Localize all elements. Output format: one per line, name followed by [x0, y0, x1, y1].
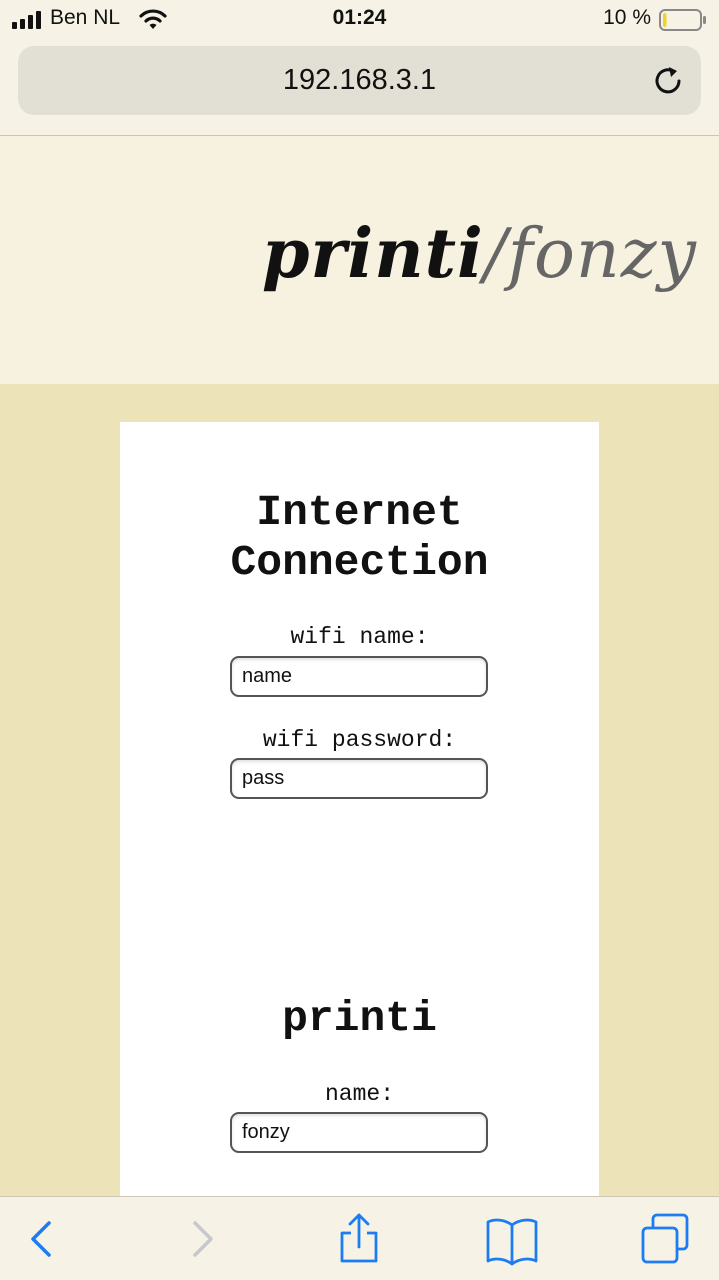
back-chevron-icon[interactable]: [13, 1211, 69, 1267]
logo-secondary: /fonzy: [483, 215, 697, 294]
settings-card: Internet Connection wifi name: wifi pass…: [120, 422, 599, 1202]
url-text[interactable]: 192.168.3.1: [18, 64, 701, 97]
logo-primary: printi: [262, 214, 484, 294]
forward-chevron-icon[interactable]: [175, 1211, 231, 1267]
share-icon[interactable]: [331, 1211, 387, 1267]
title-line-2: Connection: [230, 538, 489, 587]
wifi-name-input[interactable]: [230, 656, 488, 697]
site-header: printi/fonzy: [0, 136, 719, 384]
phone-screen: Ben NL 01:24 10 % 192.168.3.1 printi/fon…: [0, 0, 719, 1280]
browser-toolbar: [0, 1196, 719, 1280]
internet-connection-title: Internet Connection: [120, 488, 599, 588]
reload-icon[interactable]: [651, 64, 685, 98]
wifi-password-input[interactable]: [230, 758, 488, 799]
book-icon[interactable]: [484, 1211, 540, 1267]
address-bar[interactable]: 192.168.3.1: [18, 46, 701, 115]
browser-address-area: 192.168.3.1: [0, 40, 719, 136]
site-logo[interactable]: printi/fonzy: [262, 214, 697, 294]
wifi-name-label: wifi name:: [290, 624, 429, 650]
printi-name-input[interactable]: [230, 1112, 488, 1153]
title-line-1: Internet: [256, 488, 463, 537]
status-bar: Ben NL 01:24 10 %: [0, 0, 719, 40]
wifi-password-label: wifi password:: [262, 727, 457, 753]
printi-name-label: name:: [324, 1081, 394, 1107]
tabs-icon[interactable]: [637, 1211, 693, 1267]
battery-percent: 10 %: [603, 6, 651, 29]
printi-title: printi: [282, 994, 437, 1043]
battery-low-icon: [659, 9, 706, 31]
